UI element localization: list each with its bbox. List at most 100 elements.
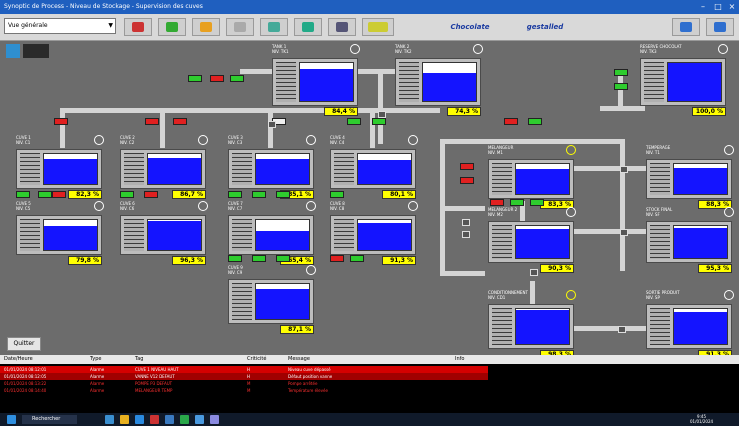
tank-gauge-icon[interactable]	[724, 290, 734, 300]
tank-gauge-icon[interactable]	[408, 201, 418, 211]
tank-gauge-icon[interactable]	[94, 201, 104, 211]
valve[interactable]	[330, 255, 344, 262]
toolbar-label-2: gestalled	[526, 23, 564, 31]
valve[interactable]	[230, 75, 244, 82]
tank-gauge-icon[interactable]	[724, 145, 734, 155]
tank-level-fill	[256, 288, 309, 319]
start-icon[interactable]	[7, 415, 16, 424]
file-explorer-icon[interactable]	[120, 415, 129, 424]
valve[interactable]	[38, 191, 52, 198]
tank-level-fill	[148, 221, 201, 250]
tank-window	[147, 219, 202, 251]
valve[interactable]	[460, 163, 474, 170]
valve[interactable]	[330, 191, 344, 198]
toolbar-button-3[interactable]	[192, 18, 220, 36]
valve[interactable]	[276, 255, 290, 262]
valve[interactable]	[52, 191, 66, 198]
valve[interactable]	[188, 75, 202, 82]
close-button[interactable]: ×	[726, 1, 738, 13]
arrow-left-icon	[680, 22, 692, 32]
valve[interactable]	[252, 191, 266, 198]
toolbar-button-5[interactable]	[260, 18, 288, 36]
valve[interactable]	[614, 69, 628, 76]
alarm-row[interactable]: 01/01/2024 08:14:40 Alarme MELANGEUR TEMP M…	[0, 387, 488, 394]
valve[interactable]	[228, 191, 242, 198]
nav-back-button[interactable]	[672, 18, 700, 36]
valve[interactable]	[144, 191, 158, 198]
alarm-row[interactable]: 01/01/2024 08:13:22 Alarme POMPE P3 DEFAUT…	[0, 380, 488, 387]
valve[interactable]	[120, 191, 134, 198]
valve[interactable]	[490, 199, 504, 206]
tank-gauge-icon[interactable]	[94, 135, 104, 145]
view-select[interactable]: Vue générale ▼	[4, 18, 116, 34]
app-icon-5[interactable]	[210, 415, 219, 424]
valve[interactable]	[252, 255, 266, 262]
maximize-button[interactable]: □	[712, 1, 724, 13]
nav-forward-button[interactable]	[706, 18, 734, 36]
valve[interactable]	[347, 118, 361, 125]
mail-icon[interactable]	[135, 415, 144, 424]
tank-label: STOCK FINAL NIV. SF	[646, 207, 673, 217]
tank-gauge-icon[interactable]	[724, 207, 734, 217]
chevron-down-icon: ▼	[108, 22, 113, 29]
app-icon-2[interactable]	[165, 415, 174, 424]
tank-level-value: 84,4 %	[324, 107, 358, 116]
tank-gauge-icon[interactable]	[473, 44, 483, 54]
valve[interactable]	[528, 118, 542, 125]
alarm-row[interactable]: 01/01/2024 08:12:01 Alarme CUVE 1 NIVEAU H…	[0, 366, 488, 373]
task-view-icon[interactable]	[105, 415, 114, 424]
tank-body	[488, 221, 574, 263]
tank-gauge-icon[interactable]	[198, 135, 208, 145]
tank-label: RESERVE CHOCOLAT NIV. TK3	[640, 44, 682, 54]
tank-gauge-icon[interactable]	[566, 207, 576, 217]
tank-scale	[650, 225, 670, 259]
valve[interactable]	[54, 118, 68, 125]
toolbar-button-8[interactable]	[362, 18, 394, 36]
tank-scale	[492, 163, 512, 195]
valve[interactable]	[460, 177, 474, 184]
tank-gauge-icon[interactable]	[306, 201, 316, 211]
alarm-row[interactable]: 01/01/2024 08:12:05 Alarme VANNE V12 DEFAU…	[0, 373, 488, 380]
tank-label: SORTIE PRODUIT NIV. SP	[646, 290, 680, 300]
tank-level-value: 90,3 %	[540, 264, 574, 273]
tank-gauge-icon[interactable]	[198, 201, 208, 211]
valve[interactable]	[276, 191, 290, 198]
minimize-button[interactable]: –	[697, 1, 709, 13]
toolbar-button-1[interactable]	[124, 18, 152, 36]
tank-scale	[124, 219, 144, 251]
app-icon-1[interactable]	[150, 415, 159, 424]
tank-gauge-icon[interactable]	[718, 44, 728, 54]
toolbar-button-7[interactable]	[328, 18, 356, 36]
tank-gauge-icon[interactable]	[408, 135, 418, 145]
tank-gauge-icon[interactable]	[306, 135, 316, 145]
search-input[interactable]: Rechercher	[22, 415, 77, 424]
toolbar-button-6[interactable]	[294, 18, 322, 36]
tank-body	[228, 279, 314, 324]
title-bar: Synoptic de Process - Niveau de Stockage…	[0, 0, 739, 14]
valve[interactable]	[530, 199, 544, 206]
valve[interactable]	[173, 118, 187, 125]
valve[interactable]	[228, 255, 242, 262]
valve[interactable]	[504, 118, 518, 125]
valve[interactable]	[16, 191, 30, 198]
tank-scale	[399, 62, 419, 102]
tank-gauge-icon[interactable]	[566, 145, 576, 155]
bell-icon	[200, 22, 212, 32]
tank-gauge-icon[interactable]	[350, 44, 360, 54]
valve[interactable]	[614, 83, 628, 90]
tank-scale	[232, 219, 252, 251]
valve[interactable]	[350, 255, 364, 262]
valve[interactable]	[145, 118, 159, 125]
valve[interactable]	[372, 118, 386, 125]
tank-body	[395, 58, 481, 106]
tank-gauge-icon[interactable]	[306, 265, 316, 275]
app-icon-3[interactable]	[180, 415, 189, 424]
valve[interactable]	[210, 75, 224, 82]
valve[interactable]	[510, 199, 524, 206]
quit-button[interactable]: Quitter	[7, 337, 41, 351]
toolbar-button-4[interactable]	[226, 18, 254, 36]
alarm-panel: Date/Heure Type Tag Criticité Message In…	[0, 355, 739, 413]
tank-gauge-icon[interactable]	[566, 290, 576, 300]
toolbar-button-2[interactable]	[158, 18, 186, 36]
app-icon-4[interactable]	[195, 415, 204, 424]
